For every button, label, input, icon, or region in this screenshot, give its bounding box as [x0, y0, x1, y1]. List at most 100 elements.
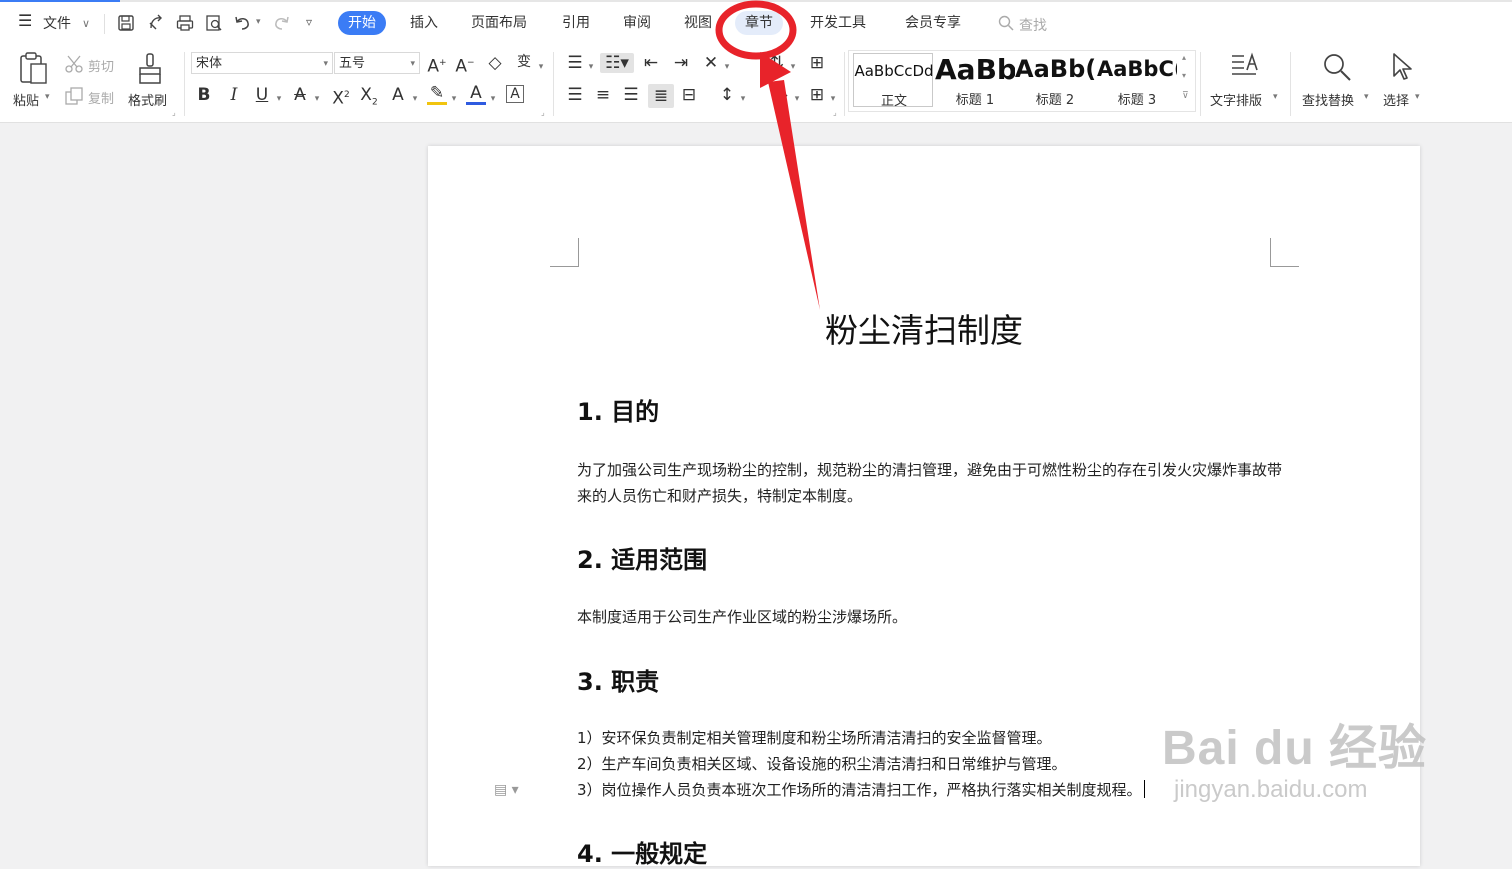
phonetic-dropdown-icon[interactable]: ▾	[536, 57, 546, 77]
increase-indent-icon[interactable]: ⇥	[670, 53, 692, 73]
tab-page-layout[interactable]: 页面布局	[461, 11, 537, 35]
underline-icon[interactable]: U	[252, 85, 272, 105]
superscript-icon[interactable]: X2	[330, 85, 352, 109]
subscript-icon[interactable]: X2	[358, 85, 380, 112]
search-icon[interactable]	[998, 15, 1014, 31]
bullet-dropdown-icon[interactable]: ▾	[586, 57, 596, 77]
tab-insert[interactable]: 插入	[400, 11, 448, 35]
font-color-dropdown-icon[interactable]: ▾	[488, 89, 498, 109]
paragraph-layout-icon[interactable]: ▤ ▾	[494, 782, 519, 798]
text-layout-dropdown-icon[interactable]: ▾	[1273, 92, 1278, 102]
redo-icon[interactable]	[272, 14, 290, 32]
find-replace-button[interactable]: 查找替换	[1302, 90, 1354, 109]
style-preview: AaBbCcDd	[854, 62, 934, 80]
phonetic-guide-icon[interactable]: 变	[512, 52, 536, 72]
clear-format-icon[interactable]: ◇	[484, 53, 506, 73]
format-painter-icon[interactable]	[136, 52, 164, 86]
align-right-icon[interactable]: ☰	[620, 85, 642, 105]
clipboard-launcher-icon[interactable]: ⌟	[172, 108, 176, 117]
sort-icon[interactable]: ⇅	[766, 53, 788, 73]
export-icon[interactable]	[147, 14, 165, 32]
justify-icon[interactable]: ≣	[648, 84, 674, 108]
show-marks-icon[interactable]: ⊞	[806, 53, 828, 73]
scissors-icon[interactable]	[64, 54, 84, 74]
margin-corner-mark	[1270, 238, 1299, 267]
decrease-indent-icon[interactable]: ⇤	[640, 53, 662, 73]
text-layout-button[interactable]: 文字排版	[1210, 90, 1262, 109]
shrink-font-icon[interactable]: A−	[454, 53, 476, 77]
font-size-select[interactable]: 五号 ▾	[334, 52, 420, 74]
paste-icon[interactable]	[18, 52, 50, 86]
strikethrough-icon[interactable]: A	[290, 85, 310, 105]
font-color-icon[interactable]: A	[466, 85, 486, 105]
print-icon[interactable]	[176, 14, 194, 32]
bold-icon[interactable]: B	[194, 85, 214, 105]
hamburger-icon[interactable]: ☰	[18, 11, 32, 30]
borders-icon[interactable]: ⊞	[806, 85, 828, 105]
text-cursor	[1143, 780, 1145, 798]
paragraph-launcher-icon[interactable]: ⌟	[833, 108, 837, 117]
highlight-icon[interactable]: ✎	[427, 85, 447, 105]
cut-button[interactable]: 剪切	[88, 56, 114, 75]
borders-dropdown-icon[interactable]: ▾	[828, 89, 838, 109]
save-icon[interactable]	[117, 14, 135, 32]
distributed-align-icon[interactable]: ⊟	[678, 85, 700, 105]
underline-dropdown-icon[interactable]: ▾	[274, 89, 284, 109]
paste-button[interactable]: 粘贴	[13, 90, 39, 109]
undo-icon[interactable]	[234, 14, 252, 32]
copy-icon[interactable]	[64, 86, 84, 106]
customize-toolbar-icon[interactable]: ▿	[306, 15, 312, 29]
text-layout-icon[interactable]	[1230, 52, 1262, 82]
style-gallery: AaBbCcDd 正文 AaBb 标题 1 AaBb( 标题 2 AaBbC( …	[848, 50, 1196, 112]
gallery-up-icon[interactable]: ▴	[1182, 53, 1186, 62]
select-dropdown-icon[interactable]: ▾	[1415, 92, 1420, 102]
style-normal[interactable]: AaBbCcDd 正文	[853, 53, 934, 109]
format-painter-button[interactable]: 格式刷	[128, 90, 167, 109]
find-replace-dropdown-icon[interactable]: ▾	[1364, 92, 1369, 102]
tab-home[interactable]: 开始	[338, 11, 386, 35]
text-effect-dropdown-icon[interactable]: ▾	[410, 89, 420, 109]
tab-member[interactable]: 会员专享	[895, 11, 971, 35]
watermark-url: jingyan.baidu.com	[1174, 776, 1368, 803]
text-effect-icon[interactable]: A	[388, 85, 408, 105]
bullet-list-icon[interactable]: ☰	[564, 53, 586, 73]
copy-button[interactable]: 复制	[88, 88, 114, 107]
highlight-dropdown-icon[interactable]: ▾	[449, 89, 459, 109]
style-heading-3[interactable]: AaBbC( 标题 3	[1097, 53, 1177, 108]
tab-review[interactable]: 审阅	[613, 11, 661, 35]
chinese-layout-icon[interactable]: ✕	[700, 53, 722, 73]
style-heading-2[interactable]: AaBb( 标题 2	[1015, 53, 1095, 108]
chevron-down-icon[interactable]: ∨	[82, 17, 90, 30]
tab-chapter[interactable]: 章节	[735, 11, 783, 35]
paste-dropdown-icon[interactable]: ▾	[45, 92, 50, 102]
chinese-layout-dropdown-icon[interactable]: ▾	[722, 57, 732, 77]
style-preview: AaBb	[935, 53, 1015, 86]
gallery-down-icon[interactable]: ▾	[1182, 71, 1186, 80]
line-spacing-dropdown-icon[interactable]: ▾	[738, 89, 748, 109]
strikethrough-dropdown-icon[interactable]: ▾	[312, 89, 322, 109]
font-name-select[interactable]: 宋体 ▾	[191, 52, 333, 74]
italic-icon[interactable]: I	[224, 85, 244, 105]
char-border-icon[interactable]: A	[506, 85, 524, 103]
align-left-icon[interactable]: ☰	[564, 85, 586, 105]
file-menu[interactable]: 文件	[43, 13, 71, 33]
tab-developer[interactable]: 开发工具	[800, 11, 876, 35]
numbered-list-icon[interactable]: ☷▾	[600, 53, 634, 73]
undo-dropdown-icon[interactable]: ▾	[256, 17, 261, 27]
cursor-arrow-icon[interactable]	[1390, 52, 1416, 82]
tab-references[interactable]: 引用	[552, 11, 600, 35]
print-preview-icon[interactable]	[205, 14, 223, 32]
font-launcher-icon[interactable]: ⌟	[541, 108, 545, 117]
shading-icon[interactable]: ◈	[770, 85, 792, 105]
select-button[interactable]: 选择	[1383, 90, 1409, 109]
style-heading-1[interactable]: AaBb 标题 1	[935, 53, 1015, 108]
tab-view[interactable]: 视图	[674, 11, 722, 35]
line-spacing-icon[interactable]: ↕	[716, 85, 738, 105]
find-replace-icon[interactable]	[1322, 52, 1352, 82]
align-center-icon[interactable]: ≡	[592, 85, 614, 105]
gallery-expand-icon[interactable]: ⊽	[1182, 91, 1189, 101]
shading-dropdown-icon[interactable]: ▾	[792, 89, 802, 109]
sort-dropdown-icon[interactable]: ▾	[788, 57, 798, 77]
grow-font-icon[interactable]: A+	[426, 53, 448, 77]
search-input[interactable]: 查找	[1019, 15, 1047, 35]
